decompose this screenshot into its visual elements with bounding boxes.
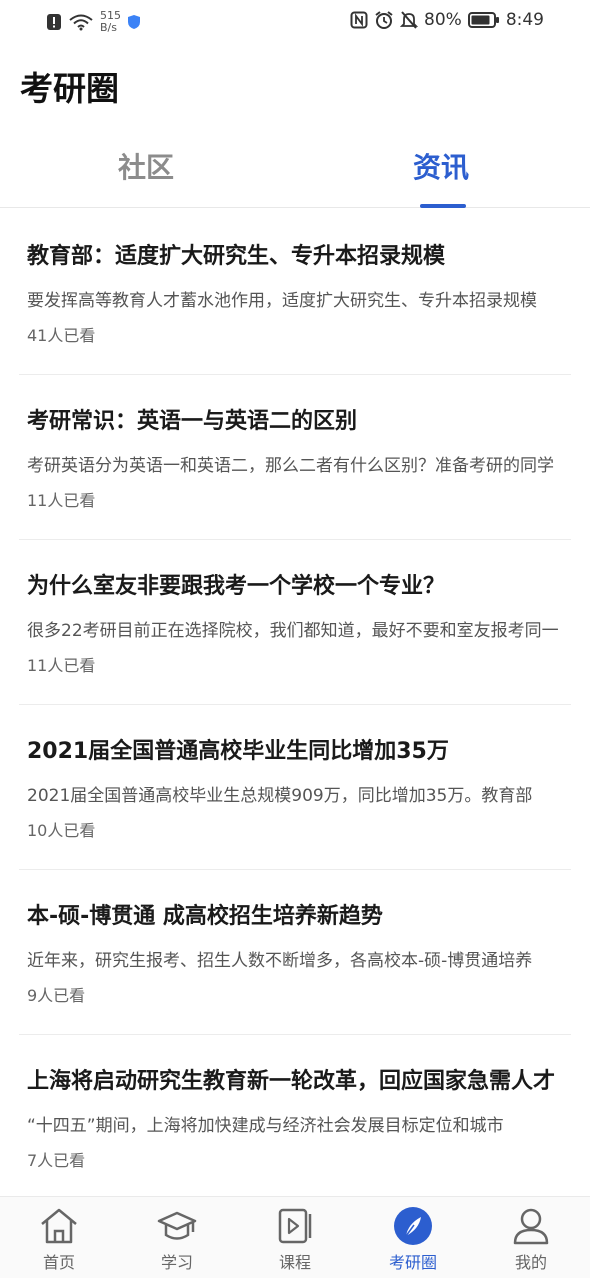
alert-icon xyxy=(47,14,61,30)
tab-bar: 社区 资讯 xyxy=(0,140,590,208)
page-title: 考研圈 xyxy=(20,69,119,108)
news-item[interactable]: 考研常识：英语一与英语二的区别 考研英语分为英语一和英语二，那么二者有什么区别？… xyxy=(19,375,571,540)
news-summary: 2021届全国普通高校毕业生总规模909万，同比增加35万。教育部 xyxy=(27,786,533,806)
network-speed: 515 B/s xyxy=(100,10,121,34)
nav-study[interactable]: 学习 xyxy=(118,1197,236,1278)
news-title: 为什么室友非要跟我考一个学校一个专业？ xyxy=(27,574,446,599)
news-title: 2021届全国普通高校毕业生同比增加35万 xyxy=(27,739,449,764)
home-icon xyxy=(41,1208,77,1244)
nav-study-label: 学习 xyxy=(160,1253,193,1272)
news-summary: “十四五”期间，上海将加快建成与经济社会发展目标定位和城市 xyxy=(27,1116,504,1136)
news-title: 教育部：适度扩大研究生、专升本招录规模 xyxy=(27,244,446,269)
news-summary: 考研英语分为英语一和英语二，那么二者有什么区别？准备考研的同学 xyxy=(27,456,554,476)
nfc-icon xyxy=(350,11,368,29)
alarm-icon xyxy=(375,11,393,29)
news-view-count: 11人已看 xyxy=(27,656,96,675)
news-view-count: 7人已看 xyxy=(27,1151,86,1170)
nav-home[interactable]: 首页 xyxy=(0,1197,118,1278)
wifi-icon xyxy=(69,14,93,31)
news-view-count: 41人已看 xyxy=(27,326,96,345)
news-item[interactable]: 本-硕-博贯通 成高校招生培养新趋势 近年来，研究生报考、招生人数不断增多，各高… xyxy=(19,870,571,1035)
network-speed-unit: B/s xyxy=(100,21,117,34)
compass-icon xyxy=(394,1207,432,1245)
status-bar: 515 B/s 80% 8:49 xyxy=(0,0,590,46)
nav-kaoyan-circle[interactable]: 考研圈 xyxy=(354,1197,472,1278)
news-title: 本-硕-博贯通 成高校招生培养新趋势 xyxy=(27,904,383,929)
news-summary: 很多22考研目前正在选择院校，我们都知道，最好不要和室友报考同一 xyxy=(27,621,559,641)
news-view-count: 10人已看 xyxy=(27,821,96,840)
news-title: 考研常识：英语一与英语二的区别 xyxy=(27,409,358,434)
battery-icon xyxy=(467,12,499,28)
news-summary: 要发挥高等教育人才蓄水池作用，适度扩大研究生、专升本招录规模 xyxy=(27,291,537,311)
news-summary: 近年来，研究生报考、招生人数不断增多，各高校本-硕-博贯通培养 xyxy=(27,951,533,971)
news-item[interactable]: 2021届全国普通高校毕业生同比增加35万 2021届全国普通高校毕业生总规模9… xyxy=(19,705,571,870)
nav-kaoyan-circle-label: 考研圈 xyxy=(388,1253,437,1272)
battery-percent: 80% xyxy=(424,10,462,30)
nav-course-label: 课程 xyxy=(278,1253,311,1272)
news-item[interactable]: 上海将启动研究生教育新一轮改革，回应国家急需人才 “十四五”期间，上海将加快建成… xyxy=(19,1035,571,1200)
graduation-cap-icon xyxy=(157,1211,197,1240)
profile-icon xyxy=(513,1208,549,1245)
nav-profile-label: 我的 xyxy=(514,1253,547,1272)
nav-home-label: 首页 xyxy=(42,1253,75,1272)
active-tab-indicator xyxy=(420,204,466,208)
video-course-icon xyxy=(278,1208,312,1244)
nav-profile[interactable]: 我的 xyxy=(472,1197,590,1278)
nav-course[interactable]: 课程 xyxy=(236,1197,354,1278)
tab-news[interactable]: 资讯 xyxy=(413,146,469,186)
news-view-count: 9人已看 xyxy=(27,986,86,1005)
shield-icon xyxy=(128,15,140,29)
news-item[interactable]: 为什么室友非要跟我考一个学校一个专业？ 很多22考研目前正在选择院校，我们都知道… xyxy=(19,540,571,705)
news-item[interactable]: 教育部：适度扩大研究生、专升本招录规模 要发挥高等教育人才蓄水池作用，适度扩大研… xyxy=(19,210,571,375)
news-title: 上海将启动研究生教育新一轮改革，回应国家急需人才 xyxy=(27,1069,556,1094)
mute-icon xyxy=(400,11,419,29)
clock: 8:49 xyxy=(505,10,544,30)
news-view-count: 11人已看 xyxy=(27,491,96,510)
bottom-nav: 首页 学习 课程 考研圈 我的 xyxy=(0,1196,590,1278)
news-list: 教育部：适度扩大研究生、专升本招录规模 要发挥高等教育人才蓄水池作用，适度扩大研… xyxy=(0,210,590,1200)
tab-community[interactable]: 社区 xyxy=(118,146,174,186)
